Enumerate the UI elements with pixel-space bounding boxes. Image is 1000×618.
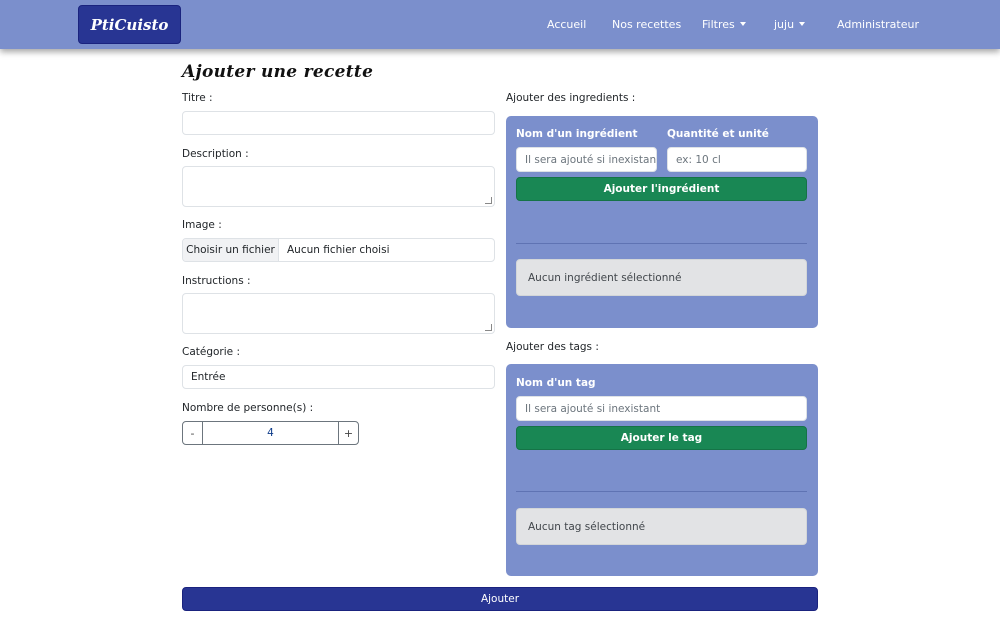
add-ingredient-button[interactable]: Ajouter l'ingrédient bbox=[516, 177, 807, 201]
instructions-textarea[interactable] bbox=[182, 293, 495, 334]
ingredients-empty-message: Aucun ingrédient sélectionné bbox=[516, 259, 807, 296]
increment-button[interactable]: + bbox=[338, 422, 358, 444]
decrement-button[interactable]: - bbox=[183, 422, 203, 444]
title-label: Titre : bbox=[182, 92, 213, 104]
add-tag-button[interactable]: Ajouter le tag bbox=[516, 426, 807, 450]
title-input[interactable] bbox=[182, 111, 495, 135]
brand-logo[interactable]: PtiCuisto bbox=[78, 5, 181, 44]
persons-stepper: - 4 + bbox=[182, 421, 359, 445]
tag-name-input[interactable]: Il sera ajouté si inexistant bbox=[516, 396, 807, 421]
persons-value[interactable]: 4 bbox=[203, 422, 338, 444]
ingredients-divider bbox=[516, 243, 807, 244]
image-file-input[interactable]: Choisir un fichier Aucun fichier choisi bbox=[182, 238, 495, 262]
tags-panel: Nom d'un tag Il sera ajouté si inexistan… bbox=[506, 364, 818, 576]
nav-home-link[interactable]: Accueil bbox=[547, 18, 586, 31]
image-label: Image : bbox=[182, 219, 222, 231]
ingredients-panel: Nom d'un ingrédient Quantité et unité Il… bbox=[506, 116, 818, 328]
instructions-label: Instructions : bbox=[182, 275, 251, 287]
navbar: PtiCuisto Accueil Nos recettes Filtres j… bbox=[0, 0, 1000, 49]
tags-empty-message: Aucun tag sélectionné bbox=[516, 508, 807, 545]
description-label: Description : bbox=[182, 148, 249, 160]
description-textarea[interactable] bbox=[182, 166, 495, 207]
choose-file-button[interactable]: Choisir un fichier bbox=[183, 239, 279, 261]
page-title: Ajouter une recette bbox=[182, 62, 374, 82]
file-status-text: Aucun fichier choisi bbox=[287, 244, 390, 256]
nav-user-label: juju bbox=[774, 18, 795, 31]
nav-filters-label: Filtres bbox=[702, 18, 735, 31]
nav-recipes-link[interactable]: Nos recettes bbox=[612, 18, 681, 31]
nav-admin-link[interactable]: Administrateur bbox=[837, 18, 919, 31]
ingredient-name-input[interactable]: Il sera ajouté si inexistant bbox=[516, 147, 657, 172]
ingredient-quantity-label: Quantité et unité bbox=[667, 128, 769, 140]
chevron-down-icon bbox=[739, 22, 746, 26]
category-label: Catégorie : bbox=[182, 346, 241, 358]
nav-filters-dropdown[interactable]: Filtres bbox=[702, 18, 746, 31]
submit-recipe-button[interactable]: Ajouter bbox=[182, 587, 818, 611]
category-select[interactable]: Entrée bbox=[182, 365, 495, 389]
ingredient-name-label: Nom d'un ingrédient bbox=[516, 128, 638, 140]
tags-section-label: Ajouter des tags : bbox=[506, 341, 599, 353]
ingredients-section-label: Ajouter des ingredients : bbox=[506, 92, 636, 104]
chevron-down-icon bbox=[799, 22, 806, 26]
nav-user-dropdown[interactable]: juju bbox=[774, 18, 806, 31]
tag-name-label: Nom d'un tag bbox=[516, 377, 596, 389]
ingredient-quantity-input[interactable]: ex: 10 cl bbox=[667, 147, 807, 172]
tags-divider bbox=[516, 491, 807, 492]
persons-label: Nombre de personne(s) : bbox=[182, 402, 314, 414]
